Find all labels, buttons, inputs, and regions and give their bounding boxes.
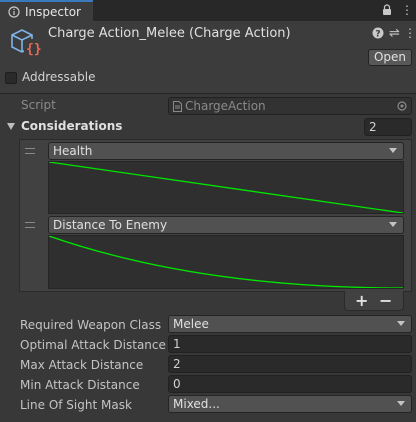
drag-handle[interactable] [25, 148, 35, 154]
curve-graph [48, 161, 404, 214]
considerations-size-field[interactable]: 2 [364, 118, 412, 136]
script-value: ChargeAction [185, 99, 266, 113]
consideration-dropdown-1[interactable]: Health [48, 142, 404, 160]
max-attack-distance-field[interactable]: 2 [168, 355, 412, 373]
lock-icon[interactable] [382, 4, 392, 16]
svg-text:?: ? [375, 30, 380, 40]
open-button[interactable]: Open [368, 49, 412, 66]
svg-text:{}: {} [26, 42, 42, 57]
list-footer [344, 291, 404, 311]
required-weapon-class-dropdown[interactable]: Melee [168, 315, 412, 333]
considerations-foldout-arrow[interactable] [7, 123, 15, 130]
remove-element-button[interactable]: − [379, 291, 392, 310]
consideration-name: Health [53, 144, 93, 158]
response-curve-2[interactable] [48, 235, 404, 289]
line-of-sight-mask-value: Mixed... [173, 397, 220, 411]
drag-handle[interactable] [25, 222, 35, 228]
addressable-label: Addressable [22, 70, 96, 84]
optimal-attack-distance-label: Optimal Attack Distance [20, 338, 166, 352]
inspector-header: {} Charge Action_Melee (Charge Action) ?… [0, 21, 416, 94]
line-of-sight-mask-label: Line Of Sight Mask [20, 398, 132, 412]
min-attack-distance-label: Min Attack Distance [20, 378, 140, 392]
chevron-down-icon [397, 401, 405, 406]
curve-graph [48, 235, 404, 289]
min-attack-distance-field[interactable]: 0 [168, 375, 412, 393]
add-element-button[interactable]: + [355, 291, 368, 310]
tab-inspector[interactable]: Inspector [0, 0, 93, 21]
tab-label: Inspector [25, 5, 81, 19]
help-icon[interactable]: ? [372, 27, 384, 39]
consideration-name: Distance To Enemy [53, 218, 168, 232]
required-weapon-class-value: Melee [173, 317, 209, 331]
object-picker-icon[interactable] [397, 101, 407, 111]
scriptable-object-icon: {} [11, 29, 42, 57]
context-menu-icon[interactable]: ⋮ [404, 26, 416, 40]
line-of-sight-mask-dropdown[interactable]: Mixed... [168, 395, 412, 413]
chevron-down-icon [397, 321, 405, 326]
response-curve-1[interactable] [48, 161, 404, 214]
consideration-dropdown-2[interactable]: Distance To Enemy [48, 216, 404, 234]
script-field: ChargeAction [168, 97, 412, 115]
object-title: Charge Action_Melee (Charge Action) [48, 26, 291, 41]
tab-bar: Inspector ⋮ [0, 0, 416, 21]
considerations-label[interactable]: Considerations [21, 119, 122, 133]
max-attack-distance-label: Max Attack Distance [20, 358, 144, 372]
curve-line [48, 235, 404, 289]
optimal-attack-distance-field[interactable]: 1 [168, 335, 412, 353]
more-options-icon[interactable]: ⋮ [401, 3, 413, 17]
chevron-down-icon [389, 148, 397, 153]
settings-icon[interactable]: ⇌ [389, 26, 400, 41]
addressable-checkbox[interactable] [5, 72, 17, 84]
info-icon [8, 6, 20, 18]
chevron-down-icon [389, 222, 397, 227]
required-weapon-class-label: Required Weapon Class [20, 318, 162, 332]
script-file-icon [173, 101, 182, 112]
script-label: Script [21, 98, 56, 112]
curve-line [48, 161, 404, 214]
